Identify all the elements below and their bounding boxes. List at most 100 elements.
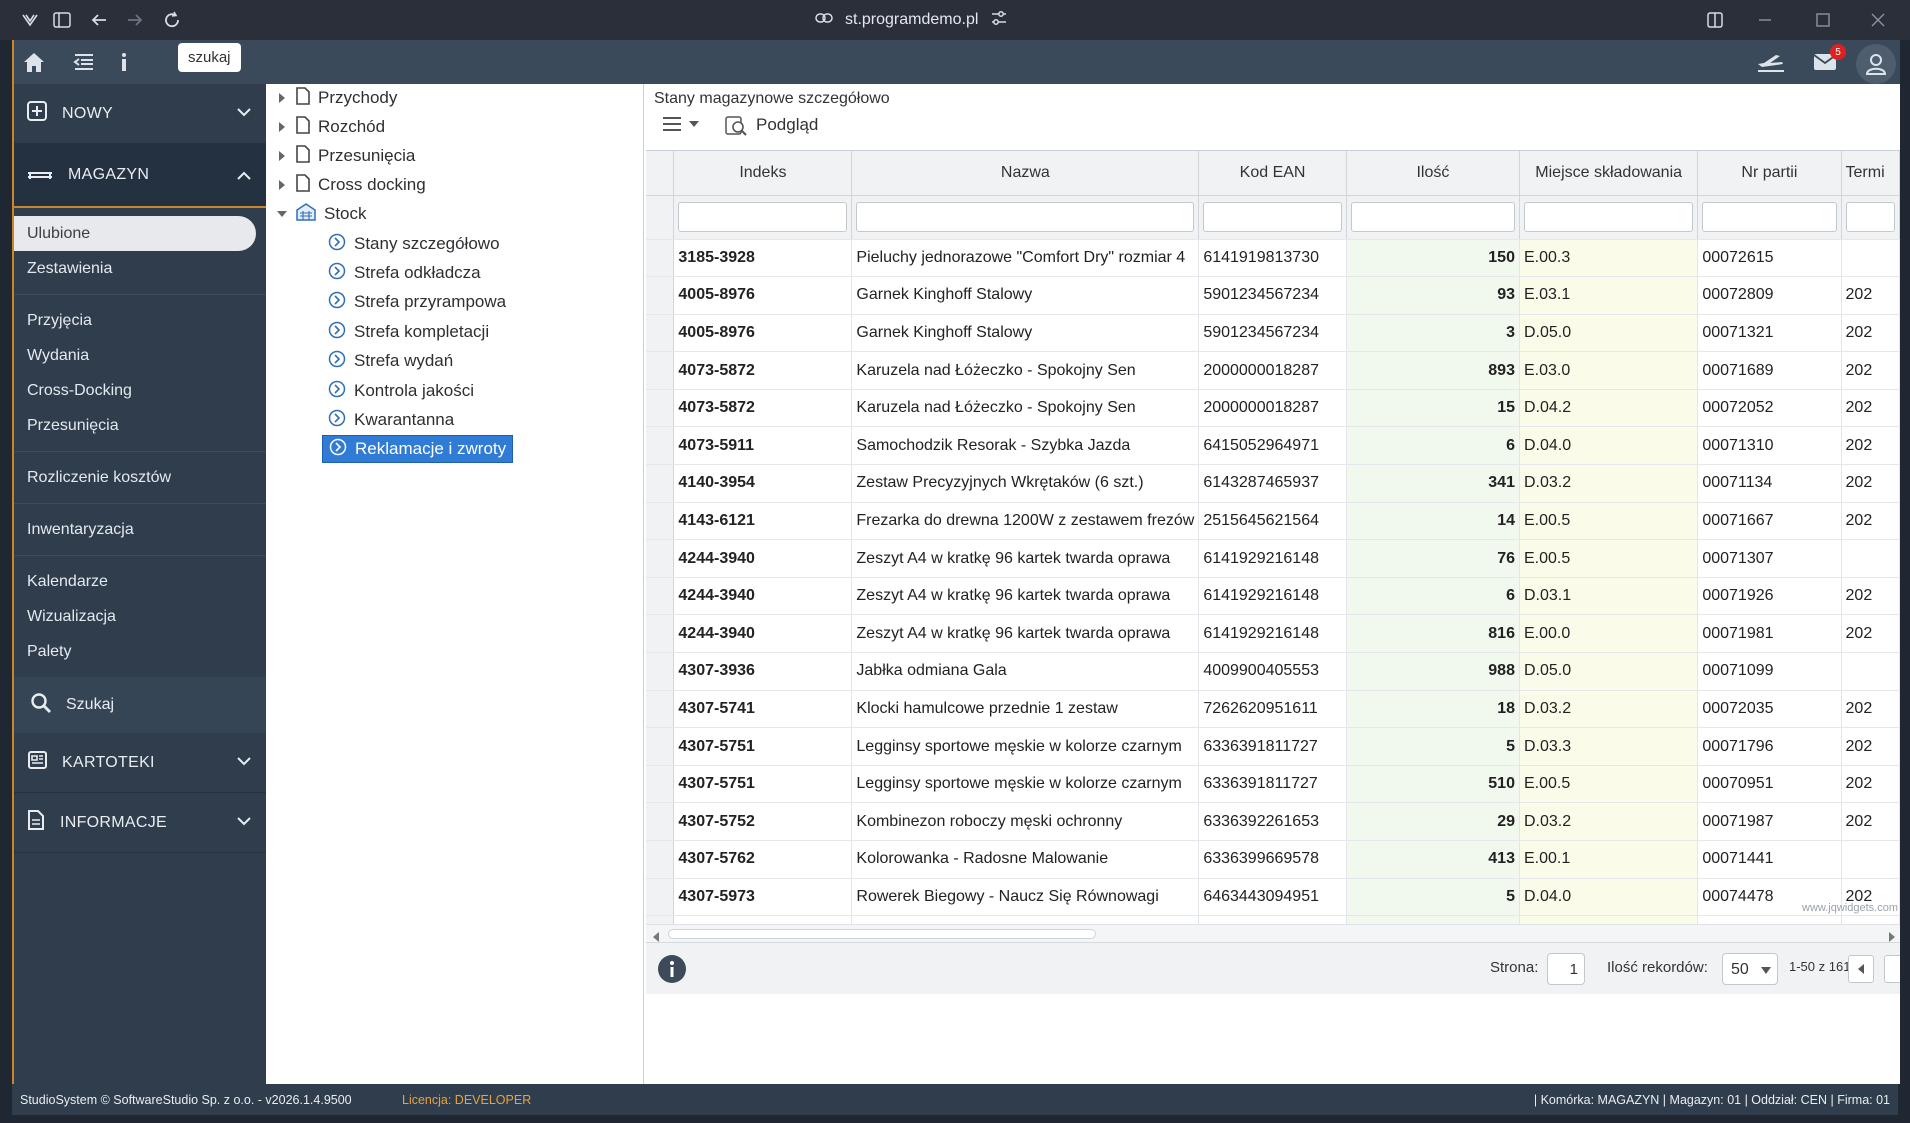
table-row[interactable]: 4073-5872 Karuzela nad Łóżeczko - Spokojn… bbox=[646, 389, 1900, 428]
filter-input-indeks[interactable] bbox=[678, 202, 848, 232]
row-header-cell[interactable] bbox=[646, 727, 675, 766]
cell-ilosc[interactable]: 5 bbox=[1346, 727, 1520, 766]
tree-node-kompletacji[interactable]: Strefa kompletacji bbox=[328, 318, 489, 346]
cell-miejsce[interactable]: D.05.0 bbox=[1519, 314, 1699, 353]
cell-indeks[interactable]: 4073-5872 bbox=[673, 389, 853, 428]
cell-nazwa[interactable]: Frezarka do drewna 1200W z zestawem frez… bbox=[851, 502, 1200, 541]
tree-node-reklamacje[interactable]: Reklamacje i zwroty bbox=[322, 435, 514, 463]
cell-ilosc[interactable]: 6 bbox=[1346, 426, 1520, 466]
cell-indeks[interactable]: 4307-5751 bbox=[673, 765, 853, 804]
cell-ilosc[interactable]: 413 bbox=[1346, 840, 1520, 879]
column-header-nazwa[interactable]: Nazwa bbox=[851, 151, 1200, 196]
cell-indeks[interactable]: 4307-5741 bbox=[673, 690, 853, 729]
next-page-button[interactable] bbox=[1884, 955, 1900, 983]
cell-indeks[interactable]: 4307-5975 bbox=[673, 915, 853, 924]
table-row[interactable]: 4005-8976 Garnek Kinghoff Stalowy 59012345… bbox=[646, 314, 1900, 353]
cell-miejsce[interactable]: D.03.3 bbox=[1519, 727, 1699, 766]
tree-node-odkladcza[interactable]: Strefa odkładcza bbox=[328, 259, 481, 287]
filter-input-nazwa[interactable] bbox=[856, 202, 1195, 232]
row-header-cell[interactable] bbox=[646, 426, 675, 466]
cell-miejsce[interactable]: E.00.5 bbox=[1519, 765, 1699, 804]
cell-indeks[interactable]: 4143-6121 bbox=[673, 502, 853, 541]
table-row[interactable]: 4244-3940 Zeszyt A4 w kratkę 96 kartek tw… bbox=[646, 577, 1900, 616]
sidebar-section-magazyn[interactable]: MAGAZYN bbox=[14, 144, 266, 208]
forward-icon[interactable] bbox=[123, 8, 147, 32]
cell-miejsce[interactable]: E.00.5 bbox=[1519, 539, 1699, 578]
cell-miejsce[interactable]: D.03.2 bbox=[1519, 464, 1699, 503]
cell-ilosc[interactable]: 29 bbox=[1346, 802, 1520, 841]
cell-miejsce[interactable]: E.03.0 bbox=[1519, 351, 1699, 390]
cell-partia[interactable]: 00071307 bbox=[1697, 539, 1842, 578]
column-header-miejsce[interactable]: Miejsce składowania bbox=[1519, 151, 1699, 196]
cell-termin[interactable]: 202 bbox=[1841, 426, 1900, 466]
cell-partia[interactable]: 00071134 bbox=[1697, 464, 1842, 503]
table-row[interactable]: 4307-5751 Legginsy sportowe męskie w kolo… bbox=[646, 765, 1900, 804]
row-header-cell[interactable] bbox=[646, 652, 675, 691]
filter-input-termin[interactable] bbox=[1845, 202, 1895, 232]
scrollbar-thumb[interactable] bbox=[668, 929, 1096, 939]
cell-termin[interactable] bbox=[1841, 239, 1900, 278]
row-header-cell[interactable] bbox=[646, 539, 675, 578]
cell-termin[interactable] bbox=[1841, 652, 1900, 691]
cell-termin[interactable]: 202 bbox=[1841, 614, 1900, 654]
tree-node-stock[interactable]: Stock bbox=[276, 200, 367, 228]
row-header-cell[interactable] bbox=[646, 464, 675, 503]
table-row[interactable]: 4307-5741 Klocki hamulcowe przednie 1 zes… bbox=[646, 690, 1900, 729]
cell-ilosc[interactable]: 341 bbox=[1346, 464, 1520, 503]
cell-ilosc[interactable]: 988 bbox=[1346, 652, 1520, 691]
cell-indeks[interactable]: 4140-3954 bbox=[673, 464, 853, 503]
cell-indeks[interactable]: 4307-3936 bbox=[673, 652, 853, 691]
sidebar-item-wizualizacja[interactable]: Wizualizacja bbox=[14, 599, 266, 634]
table-row[interactable]: 4143-6121 Frezarka do drewna 1200W z zest… bbox=[646, 502, 1900, 541]
cell-termin[interactable] bbox=[1841, 539, 1900, 578]
cell-ean[interactable]: 6141929216148 bbox=[1198, 614, 1347, 654]
cell-termin[interactable]: 202 bbox=[1841, 802, 1900, 841]
cell-partia[interactable]: 00071126 bbox=[1697, 915, 1842, 924]
tree-node-wydan[interactable]: Strefa wydań bbox=[328, 347, 453, 375]
cell-nazwa[interactable]: Legginsy sportowe męskie w kolorze czarn… bbox=[851, 727, 1200, 766]
cell-indeks[interactable]: 3185-3928 bbox=[673, 239, 853, 278]
cell-ilosc[interactable]: 14 bbox=[1346, 502, 1520, 541]
sidebar-search[interactable]: Szukaj bbox=[14, 677, 266, 733]
cell-miejsce[interactable]: E.00.1 bbox=[1519, 840, 1699, 879]
cell-nazwa[interactable]: Zeszyt A4 w kratkę 96 kartek twarda opra… bbox=[851, 614, 1200, 654]
cell-ean[interactable]: 6336391811727 bbox=[1198, 727, 1347, 766]
row-header-cell[interactable] bbox=[646, 802, 675, 841]
back-icon[interactable] bbox=[87, 8, 111, 32]
tree-node-przesuniecia[interactable]: Przesunięcia bbox=[276, 142, 415, 170]
page-input[interactable]: 1 bbox=[1547, 953, 1585, 985]
cell-ean[interactable]: 2000000018287 bbox=[1198, 389, 1347, 428]
tree-node-stany[interactable]: Stany szczegółowo bbox=[328, 230, 500, 258]
cell-ean[interactable]: 726262095161​1 bbox=[1198, 690, 1347, 729]
cell-ean[interactable]: 6336391811727 bbox=[1198, 765, 1347, 804]
cell-termin[interactable]: 202 bbox=[1841, 351, 1900, 390]
collapse-arrow-icon[interactable] bbox=[276, 210, 288, 218]
filter-input-partia[interactable] bbox=[1702, 202, 1837, 232]
sidebar-section-nowy[interactable]: NOWY bbox=[14, 84, 266, 144]
cell-partia[interactable]: 00071796 bbox=[1697, 727, 1842, 766]
sidebar-item-zestawienia[interactable]: Zestawienia bbox=[14, 251, 266, 286]
row-header-cell[interactable] bbox=[646, 878, 675, 917]
cell-termin[interactable]: 202 bbox=[1841, 276, 1900, 315]
cell-indeks[interactable]: 4244-3940 bbox=[673, 539, 853, 578]
cell-miejsce[interactable]: E.00.0 bbox=[1519, 915, 1699, 924]
cell-termin[interactable]: 202 bbox=[1841, 690, 1900, 729]
expand-arrow-icon[interactable] bbox=[276, 179, 288, 191]
browser-logo-icon[interactable] bbox=[18, 8, 42, 32]
cell-indeks[interactable]: 4307-5762 bbox=[673, 840, 853, 879]
menu-collapse-icon[interactable] bbox=[70, 48, 98, 76]
cell-ilosc[interactable]: 6 bbox=[1346, 577, 1520, 616]
row-header-cell[interactable] bbox=[646, 614, 675, 654]
cell-partia[interactable]: 00072052 bbox=[1697, 389, 1842, 428]
cell-partia[interactable]: 00071667 bbox=[1697, 502, 1842, 541]
sidebar-item-rozliczenie[interactable]: Rozliczenie kosztów bbox=[14, 460, 266, 495]
table-row[interactable]: 4244-3940 Zeszyt A4 w kratkę 96 kartek tw… bbox=[646, 614, 1900, 654]
row-header-cell[interactable] bbox=[646, 915, 675, 924]
sidebar-item-ulubione[interactable]: Ulubione bbox=[14, 216, 256, 251]
cell-ilosc[interactable]: 261 bbox=[1346, 915, 1520, 924]
row-header-cell[interactable] bbox=[646, 502, 675, 541]
cell-indeks[interactable]: 4244-3940 bbox=[673, 577, 853, 616]
sidebar-section-kartoteki[interactable]: KARTOTEKI bbox=[14, 733, 266, 793]
expand-arrow-icon[interactable] bbox=[276, 150, 288, 162]
expand-arrow-icon[interactable] bbox=[276, 92, 288, 104]
